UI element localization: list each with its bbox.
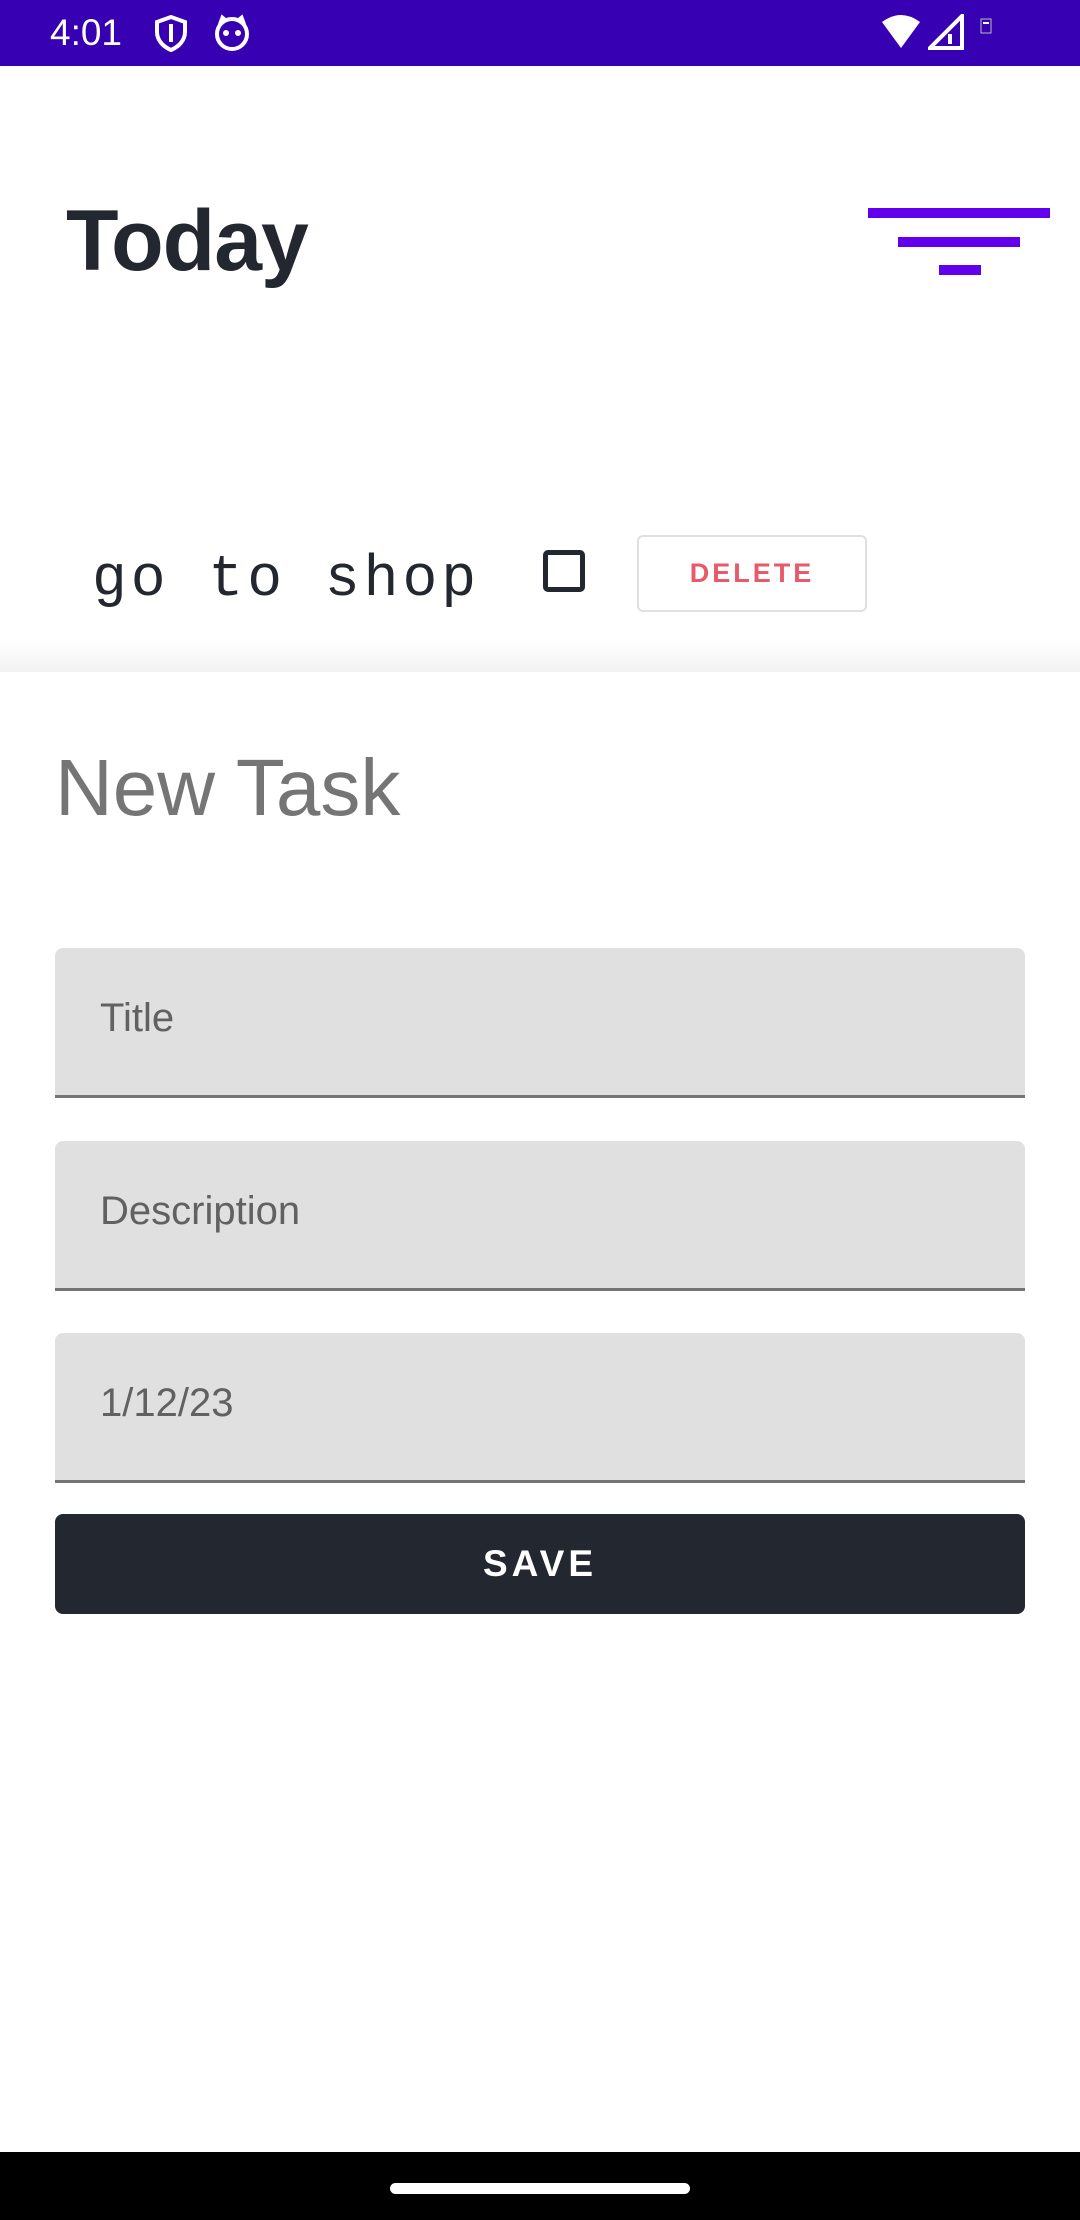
sheet-shadow [0, 640, 1080, 672]
date-field-value: 1/12/23 [100, 1381, 234, 1425]
delete-task-button[interactable]: DELETE [637, 535, 867, 612]
shield-icon [153, 14, 189, 57]
new-task-sheet: New Task Title Description 1/12/23 SAVE [0, 672, 1080, 2152]
description-field[interactable]: Description [55, 1141, 1025, 1291]
title-field[interactable]: Title [55, 948, 1025, 1098]
battery-icon [980, 18, 992, 39]
task-done-checkbox[interactable] [543, 550, 585, 592]
cell-signal-icon [925, 11, 964, 55]
sheet-title: New Task [55, 743, 401, 832]
date-field[interactable]: 1/12/23 [55, 1333, 1025, 1483]
home-gesture-handle[interactable] [390, 2183, 690, 2194]
title-field-placeholder: Title [100, 996, 175, 1040]
status-bar: 4:01 [0, 0, 1080, 66]
filter-button[interactable] [862, 204, 1052, 284]
filter-list-icon [868, 208, 1050, 275]
cat-face-icon [212, 14, 252, 57]
wifi-icon [880, 14, 922, 55]
page-title: Today [66, 193, 309, 289]
task-title: go to shop [92, 548, 481, 613]
navigation-bar [0, 2152, 1080, 2220]
save-button[interactable]: SAVE [55, 1514, 1025, 1614]
status-time: 4:01 [50, 12, 123, 53]
description-field-placeholder: Description [100, 1189, 301, 1233]
